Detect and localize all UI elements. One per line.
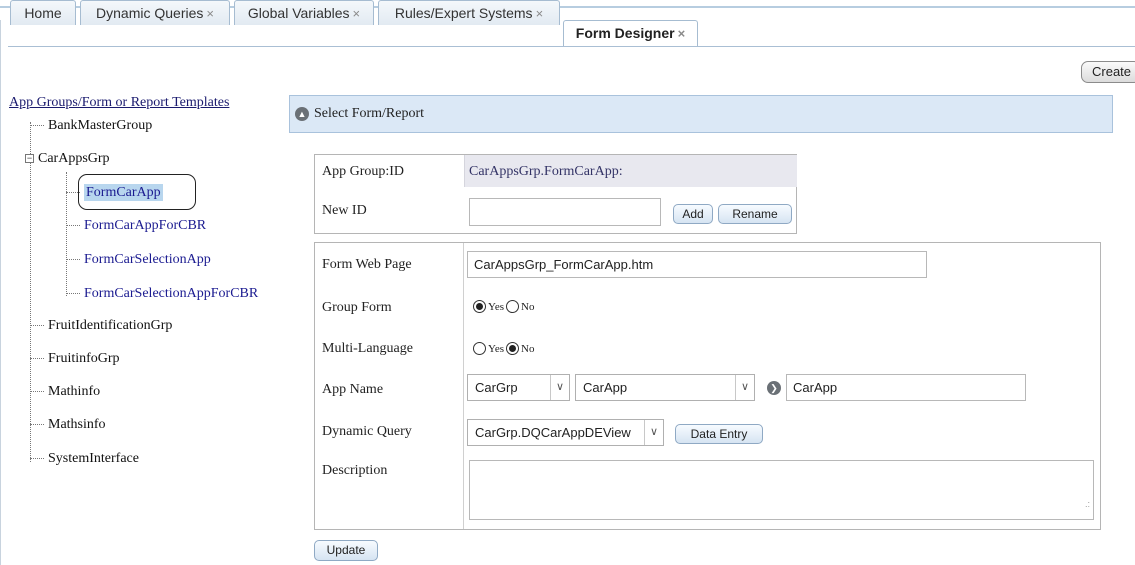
group-form-yes-radio[interactable] — [473, 300, 486, 314]
tab-close-icon[interactable]: × — [206, 6, 214, 21]
create-button[interactable]: Create — [1081, 61, 1135, 83]
chevron-down-icon[interactable]: ∨ — [644, 420, 663, 445]
dynamic-query-select[interactable]: CarGrp.DQCarAppDEView ∨ — [467, 419, 664, 446]
group-form-no-radio[interactable] — [506, 300, 520, 314]
form-web-page-label: Form Web Page — [322, 257, 412, 272]
tree-connector — [30, 358, 44, 360]
tree-item-formcarselectionappforcbr[interactable]: FormCarSelectionAppForCBR — [66, 286, 258, 302]
tree-connector — [66, 259, 80, 261]
app-group-select[interactable]: CarGrp ∨ — [467, 374, 570, 401]
tree-item-label: BankMasterGroup — [48, 118, 153, 133]
tree-item-formcarappforcbr[interactable]: FormCarAppForCBR — [66, 218, 206, 234]
multi-language-no-radio[interactable] — [506, 342, 520, 356]
tree-item-label: CarAppsGrp — [38, 151, 110, 166]
new-id-label: New ID — [322, 203, 367, 218]
tree-item-systeminterface[interactable]: SystemInterface — [30, 451, 139, 467]
select-value: CarGrp — [475, 380, 518, 395]
tab-bar-divider — [8, 46, 1135, 47]
tab-label: Rules/Expert Systems — [394, 5, 533, 21]
multi-language-label: Multi-Language — [322, 341, 413, 356]
tab-close-icon[interactable]: × — [536, 6, 544, 21]
app-group-id-label: App Group:ID — [322, 164, 405, 179]
selection-highlight-ring — [78, 174, 196, 210]
chevron-down-icon[interactable]: ∨ — [550, 375, 569, 400]
resize-grip-icon[interactable]: .: — [1085, 492, 1090, 517]
tab-label: Dynamic Queries — [96, 5, 204, 21]
form-web-page-input[interactable]: CarAppsGrp_FormCarApp.htm — [467, 251, 927, 278]
tree-item-label: FruitIdentificationGrp — [48, 318, 173, 333]
tree-item-label: Mathinfo — [48, 384, 101, 399]
tree-item-label: FormCarAppForCBR — [84, 218, 207, 233]
tree-item-label: FruitinfoGrp — [48, 351, 120, 366]
tree-guide-line — [30, 122, 31, 462]
app-select[interactable]: CarApp ∨ — [575, 374, 755, 401]
panel-title: Select Form/Report — [314, 106, 425, 121]
tab-close-icon[interactable]: × — [678, 26, 686, 41]
new-id-input[interactable] — [469, 198, 661, 226]
radio-no-label: No — [521, 342, 535, 355]
tree-connector — [30, 424, 44, 426]
tree-connector — [30, 458, 44, 460]
data-entry-button[interactable]: Data Entry — [675, 424, 763, 444]
tree-item-carappsgrp[interactable]: CarAppsGrp — [38, 151, 110, 167]
multi-language-yes-radio[interactable] — [473, 342, 486, 356]
group-form-radio-group: Yes No — [473, 299, 536, 315]
left-frame-border — [0, 20, 1, 565]
tab-label: Form Designer — [575, 25, 675, 41]
tree-connector — [66, 225, 80, 227]
arrow-right-icon: ❯ — [767, 381, 781, 395]
panel-header[interactable]: ▲ Select Form/Report — [289, 95, 1113, 133]
collapse-up-icon[interactable]: ▲ — [295, 107, 309, 121]
rename-button[interactable]: Rename — [718, 204, 792, 224]
tree-item-bankmastergroup[interactable]: BankMasterGroup — [30, 118, 152, 134]
tree-item-mathsinfo[interactable]: Mathsinfo — [30, 417, 106, 433]
app-name-input[interactable]: CarApp — [786, 374, 1026, 401]
column-divider — [463, 243, 464, 529]
tab-close-icon[interactable]: × — [353, 6, 361, 21]
tree-connector — [66, 293, 80, 295]
tree-item-fruitidentificationgrp[interactable]: FruitIdentificationGrp — [30, 318, 172, 334]
tree-item-fruitinfogrp[interactable]: FruitinfoGrp — [30, 351, 120, 367]
tree-item-label: SystemInterface — [48, 451, 139, 466]
group-form-label: Group Form — [322, 300, 392, 315]
radio-yes-label: Yes — [488, 300, 505, 313]
tree-item-label: FormCarSelectionApp — [84, 252, 211, 267]
tab-label: Global Variables — [247, 5, 350, 21]
radio-yes-label: Yes — [488, 342, 505, 355]
select-value: CarApp — [583, 380, 628, 395]
radio-no-label: No — [521, 300, 535, 313]
tree-item-label: FormCarSelectionAppForCBR — [84, 286, 259, 301]
select-value: CarGrp.DQCarAppDEView — [475, 425, 631, 440]
app-group-id-value: CarAppsGrp.FormCarApp: — [469, 164, 623, 179]
app-name-label: App Name — [322, 382, 384, 397]
tree-item-label: Mathsinfo — [48, 417, 106, 432]
tree-item-mathinfo[interactable]: Mathinfo — [30, 384, 100, 400]
tab-dynamic-queries[interactable]: Dynamic Queries × — [80, 0, 230, 25]
tab-rules-expert-systems[interactable]: Rules/Expert Systems × — [378, 0, 560, 25]
chevron-down-icon[interactable]: ∨ — [735, 375, 754, 400]
dynamic-query-label: Dynamic Query — [322, 424, 412, 439]
tree-connector — [30, 391, 44, 393]
tree-connector — [30, 325, 44, 327]
update-button[interactable]: Update — [314, 540, 378, 561]
add-button[interactable]: Add — [673, 204, 713, 224]
description-textarea[interactable]: .: — [469, 460, 1094, 520]
tab-global-variables[interactable]: Global Variables × — [234, 0, 374, 25]
tree-root-link[interactable]: App Groups/Form or Report Templates — [9, 95, 229, 111]
tab-label: Home — [24, 5, 62, 21]
multi-language-radio-group: Yes No — [473, 341, 536, 357]
tree-connector — [30, 125, 44, 127]
collapse-minus-icon[interactable]: − — [25, 154, 34, 163]
tab-form-designer[interactable]: Form Designer × — [563, 20, 698, 47]
tree-item-formcarselectionapp[interactable]: FormCarSelectionApp — [66, 252, 211, 268]
tab-home[interactable]: Home — [10, 0, 76, 25]
description-label: Description — [322, 463, 388, 478]
